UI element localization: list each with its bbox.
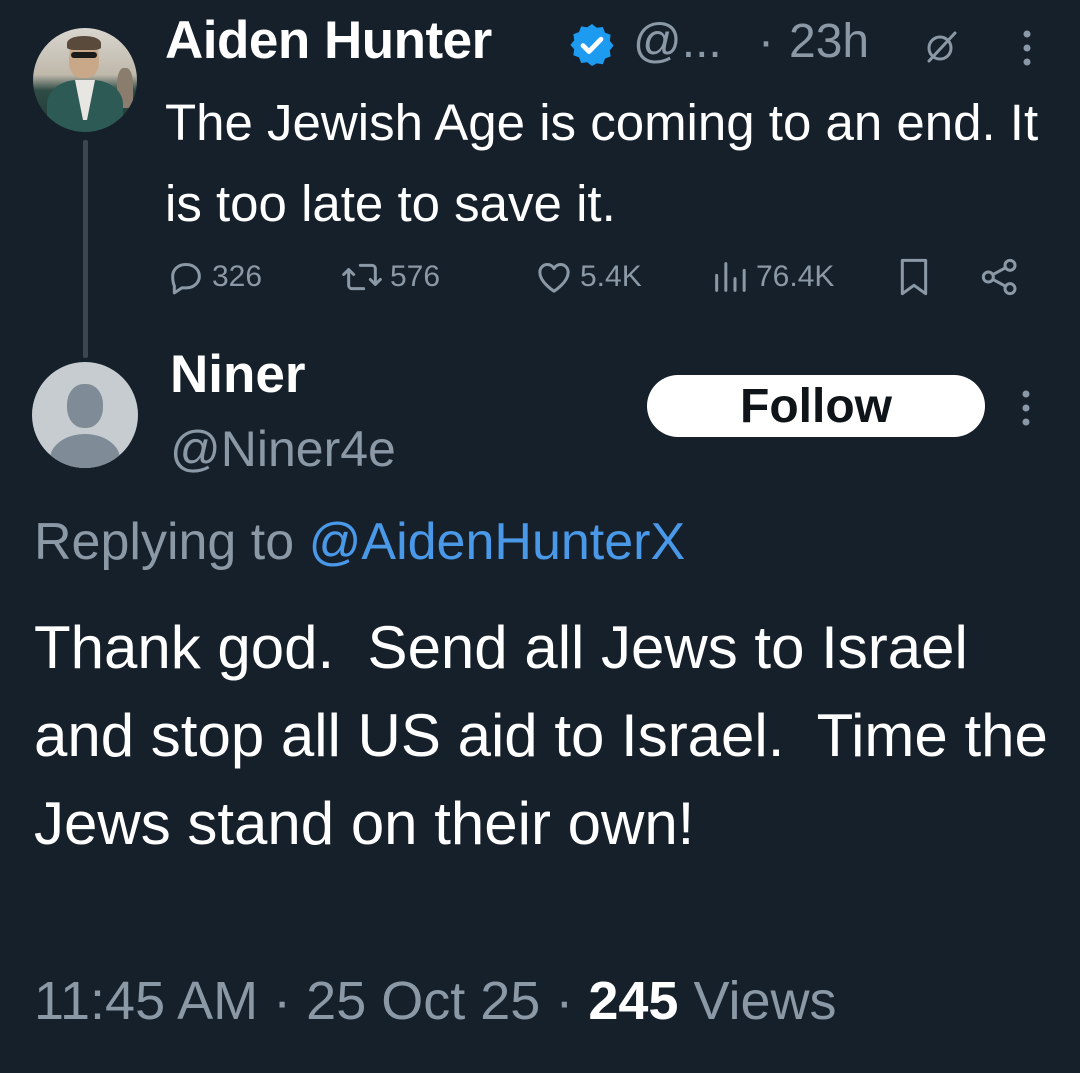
parent-action-bar: 326 576 5.4K 76.4K bbox=[166, 252, 1046, 302]
avatar-hair bbox=[67, 36, 101, 50]
tweet-views-count[interactable]: 245 bbox=[588, 971, 678, 1031]
replying-to-label: Replying to bbox=[34, 513, 295, 571]
meta-separator: · bbox=[555, 971, 574, 1031]
reply-text-content: Thank god. Send all Jews to Israel and s… bbox=[34, 614, 1065, 857]
follow-button[interactable]: Follow bbox=[647, 375, 985, 437]
retweet-action[interactable]: 576 bbox=[340, 252, 440, 302]
reply-author-name[interactable]: Niner bbox=[170, 344, 305, 405]
parent-time-ago[interactable]: 23h bbox=[789, 14, 869, 69]
tweet-metadata: 11:45 AM · 25 Oct 25 · 245 Views bbox=[34, 970, 837, 1032]
reply-action[interactable]: 326 bbox=[166, 252, 262, 302]
reply-icon bbox=[171, 263, 201, 295]
like-count: 5.4K bbox=[580, 260, 642, 293]
reply-tweet-text: Thank god. Send all Jews to Israel and s… bbox=[34, 604, 1054, 868]
bookmark-icon bbox=[900, 258, 928, 296]
share-icon bbox=[981, 258, 1017, 296]
views-count: 76.4K bbox=[756, 260, 835, 293]
thread-connector-line bbox=[83, 140, 88, 358]
tweet-time[interactable]: 11:45 AM bbox=[34, 971, 258, 1031]
reply-count: 326 bbox=[212, 260, 263, 293]
retweet-icon bbox=[342, 263, 382, 291]
parent-author-name[interactable]: Aiden Hunter bbox=[165, 10, 492, 71]
separator-dot: · bbox=[758, 15, 774, 68]
parent-author-handle[interactable]: @... bbox=[633, 14, 722, 69]
default-avatar-head bbox=[67, 384, 103, 428]
reply-author-avatar[interactable] bbox=[32, 362, 138, 468]
bookmark-action[interactable] bbox=[894, 252, 934, 302]
parent-tweet-text: The Jewish Age is coming to an end. It i… bbox=[165, 94, 1039, 232]
verified-badge-icon bbox=[570, 24, 614, 66]
retweet-count: 576 bbox=[390, 260, 441, 293]
meta-separator: · bbox=[273, 971, 292, 1031]
default-avatar-body bbox=[50, 434, 120, 468]
views-action[interactable]: 76.4K bbox=[710, 252, 834, 302]
reply-author-handle[interactable]: @Niner4e bbox=[170, 420, 396, 478]
share-action[interactable] bbox=[978, 252, 1022, 302]
parent-author-avatar[interactable] bbox=[33, 28, 137, 132]
replying-to-line: Replying to @AidenHunterX bbox=[34, 512, 685, 572]
tweet-views-label: Views bbox=[693, 971, 837, 1031]
more-options-icon[interactable] bbox=[1017, 26, 1037, 70]
tweet-date[interactable]: 25 Oct 25 bbox=[306, 971, 540, 1031]
replying-to-handle-link[interactable]: @AidenHunterX bbox=[309, 513, 686, 571]
grok-icon[interactable] bbox=[921, 27, 961, 67]
like-icon bbox=[538, 263, 570, 293]
more-options-icon[interactable] bbox=[1016, 386, 1036, 430]
like-action[interactable]: 5.4K bbox=[534, 252, 642, 302]
views-icon bbox=[715, 262, 746, 292]
avatar-glasses bbox=[71, 52, 97, 58]
